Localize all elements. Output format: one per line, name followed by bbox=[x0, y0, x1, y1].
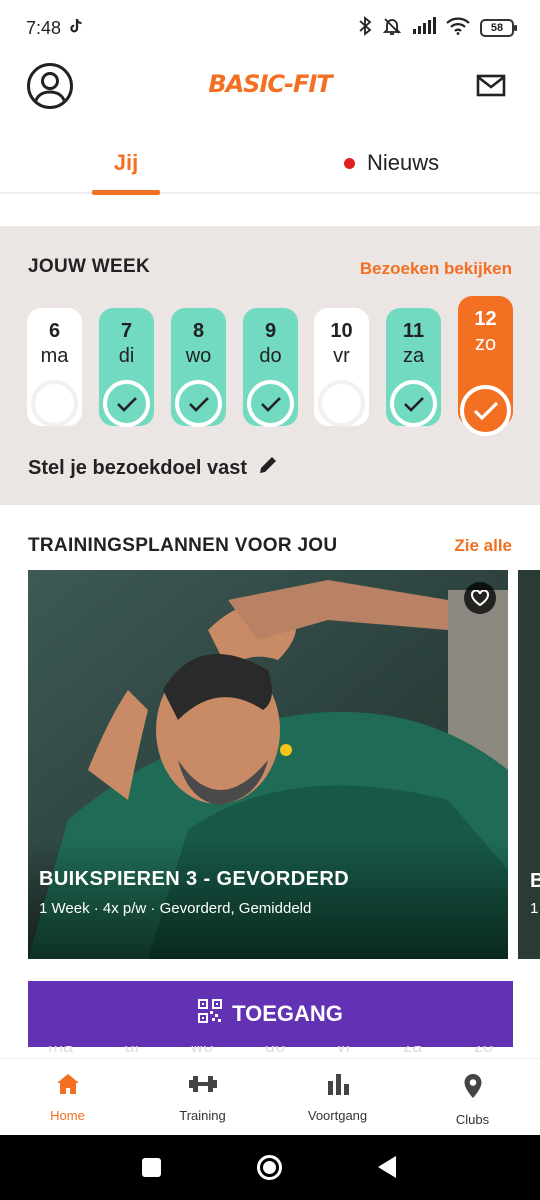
day-card-do[interactable]: 9 do bbox=[243, 308, 298, 427]
next-plan-subtitle-peek: 1 bbox=[530, 900, 539, 917]
home-circle-icon[interactable] bbox=[257, 1155, 282, 1180]
nav-clubs-label: Clubs bbox=[455, 1112, 490, 1127]
day-card-wo[interactable]: 8 wo bbox=[171, 308, 226, 427]
day-number: 9 bbox=[264, 320, 277, 342]
day-number: 12 bbox=[474, 308, 497, 330]
top-tabs: Jij Nieuws bbox=[0, 126, 540, 195]
day-name: zo bbox=[474, 333, 497, 355]
home-icon bbox=[56, 1073, 80, 1098]
qr-code-icon bbox=[198, 999, 223, 1029]
week-section: JOUW WEEK Bezoeken bekijken 6 ma 7 di 8 … bbox=[0, 226, 540, 505]
dumbbell-icon bbox=[188, 1073, 218, 1098]
status-time: 7:48 bbox=[26, 17, 62, 38]
training-plan-card[interactable]: BUIKSPIEREN 3 - GEVORDERD 1 Week · 4x p/… bbox=[28, 570, 508, 959]
nav-voortgang-label: Voortgang bbox=[307, 1108, 368, 1123]
next-training-plan-card[interactable]: B 1 bbox=[518, 570, 540, 959]
day-number: 7 bbox=[120, 320, 133, 342]
nav-clubs[interactable]: Clubs bbox=[405, 1059, 540, 1135]
day-card-ma[interactable]: 6 ma bbox=[27, 308, 82, 427]
nav-training-label: Training bbox=[179, 1108, 226, 1123]
nav-training[interactable]: Training bbox=[135, 1059, 270, 1135]
tab-nieuws[interactable]: Nieuws bbox=[344, 150, 439, 176]
day-number: 6 bbox=[48, 320, 61, 342]
plan-subtitle: 1 Week · 4x p/w · Gevorderd, Gemiddeld bbox=[39, 900, 312, 917]
tiktok-icon bbox=[69, 18, 83, 39]
bar-chart-icon bbox=[326, 1073, 350, 1098]
tab-jij[interactable]: Jij bbox=[92, 150, 160, 176]
plan-title: BUIKSPIEREN 3 - GEVORDERD bbox=[39, 868, 350, 890]
day-number: 11 bbox=[402, 320, 425, 342]
tab-nieuws-label: Nieuws bbox=[367, 150, 440, 175]
status-bar: 7:48 58 bbox=[0, 0, 540, 56]
empty-circle-icon bbox=[318, 380, 365, 427]
app-header: BASIC-FIT bbox=[0, 56, 540, 126]
day-name: do bbox=[259, 345, 282, 367]
check-icon bbox=[390, 380, 437, 427]
wifi-icon bbox=[446, 17, 470, 40]
plans-title: TRAININGSPLANNEN VOOR JOU bbox=[28, 535, 338, 556]
visit-goal-label: Stel je bezoekdoel vast bbox=[28, 456, 247, 479]
bluetooth-icon bbox=[358, 15, 372, 41]
see-all-link[interactable]: Zie alle bbox=[454, 536, 512, 556]
nav-voortgang[interactable]: Voortgang bbox=[270, 1059, 405, 1135]
location-pin-icon bbox=[463, 1073, 483, 1102]
empty-circle-icon bbox=[31, 380, 78, 427]
day-number: 10 bbox=[330, 320, 353, 342]
access-label: TOEGANG bbox=[232, 1001, 343, 1026]
back-triangle-icon[interactable] bbox=[378, 1156, 396, 1178]
pencil-icon bbox=[257, 454, 279, 482]
bottom-nav: Home Training Voortgang Clubs bbox=[0, 1058, 540, 1135]
system-nav-bar bbox=[0, 1135, 540, 1200]
card-gradient-overlay bbox=[28, 839, 508, 959]
week-title: JOUW WEEK bbox=[28, 256, 150, 277]
active-tab-indicator bbox=[92, 190, 160, 195]
nav-home[interactable]: Home bbox=[0, 1059, 135, 1135]
day-card-za[interactable]: 11 za bbox=[386, 308, 441, 427]
day-card-di[interactable]: 7 di bbox=[99, 308, 154, 427]
check-icon bbox=[103, 380, 150, 427]
day-name: za bbox=[402, 345, 425, 367]
day-number: 8 bbox=[192, 320, 205, 342]
day-name: di bbox=[118, 345, 135, 367]
day-card-zo-today[interactable]: 12 zo bbox=[458, 296, 513, 436]
day-name: ma bbox=[40, 345, 69, 367]
access-button[interactable]: TOEGANG bbox=[28, 981, 513, 1047]
unread-dot bbox=[344, 157, 355, 169]
next-plan-title-peek: B bbox=[530, 870, 540, 892]
signal-icon bbox=[412, 16, 436, 40]
mail-icon[interactable] bbox=[476, 74, 506, 103]
recents-icon[interactable] bbox=[142, 1158, 161, 1177]
check-icon bbox=[460, 385, 511, 436]
day-card-vr[interactable]: 10 vr bbox=[314, 308, 369, 427]
day-name: wo bbox=[185, 345, 212, 367]
battery-icon: 58 bbox=[480, 19, 517, 37]
check-icon bbox=[175, 380, 222, 427]
brand-logo: BASIC-FIT bbox=[208, 70, 332, 98]
day-name: vr bbox=[333, 345, 350, 367]
check-icon bbox=[247, 380, 294, 427]
set-visit-goal-button[interactable]: Stel je bezoekdoel vast bbox=[28, 454, 279, 482]
view-visits-link[interactable]: Bezoeken bekijken bbox=[360, 259, 512, 279]
favorite-heart-icon[interactable] bbox=[464, 582, 496, 614]
mute-bell-icon bbox=[382, 16, 402, 41]
nav-home-label: Home bbox=[50, 1108, 85, 1123]
